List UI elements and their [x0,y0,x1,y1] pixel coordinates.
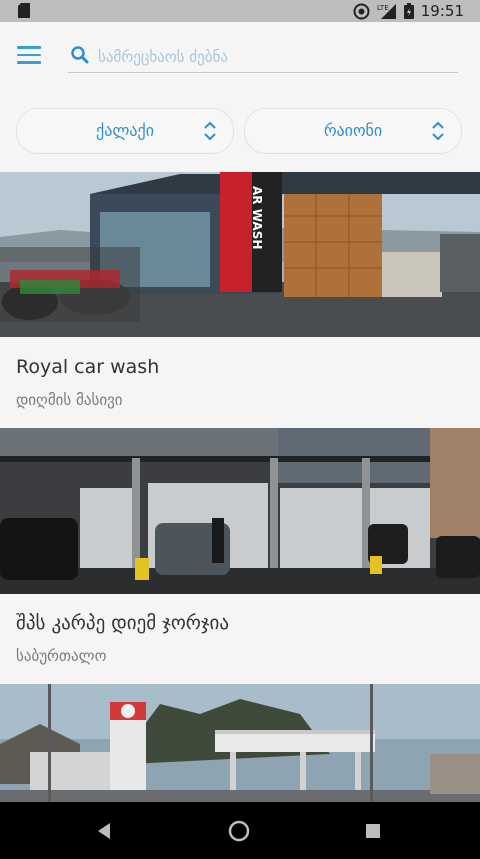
app-header: ქალაქი რაიონი [0,22,480,172]
listing-district: საბურთალო [16,647,107,665]
listing-photo: AR WASH [0,172,480,337]
city-select[interactable]: ქალაქი [16,108,234,154]
district-select[interactable]: რაიონი [244,108,462,154]
network-type-label: LTE [377,4,389,12]
hamburger-menu-icon[interactable] [17,46,41,64]
listing-photo [0,428,480,594]
search-bar[interactable] [68,42,458,73]
recents-icon[interactable] [365,823,381,839]
status-bar: LTE 19:51 [0,0,480,22]
listing-card[interactable]: შპს კარპე დიემ ჯორჯია საბურთალო [0,428,480,684]
district-select-label: რაიონი [323,121,383,140]
home-icon[interactable] [227,819,251,843]
listing-card[interactable] [0,684,480,802]
search-input[interactable] [96,42,455,72]
unfold-icon [432,121,444,141]
battery-icon [403,3,414,19]
listing-title: Royal car wash [16,356,160,378]
listing-photo [0,684,480,802]
listing-district: დიღმის მასივი [16,391,123,409]
back-icon[interactable] [96,822,112,840]
unfold-icon [204,121,216,141]
sign-text: AR WASH [250,186,264,249]
city-select-label: ქალაქი [96,121,154,140]
signal-icon: LTE [377,4,396,19]
listing-title: შპს კარპე დიემ ჯორჯია [16,612,230,634]
data-saver-icon [353,3,370,19]
listing-card[interactable]: AR WASH Royal car wash დიღმის მასივი [0,172,480,428]
system-nav-bar [0,802,480,859]
clock: 19:51 [420,2,464,20]
search-icon [71,46,89,64]
sim-icon [18,3,30,18]
